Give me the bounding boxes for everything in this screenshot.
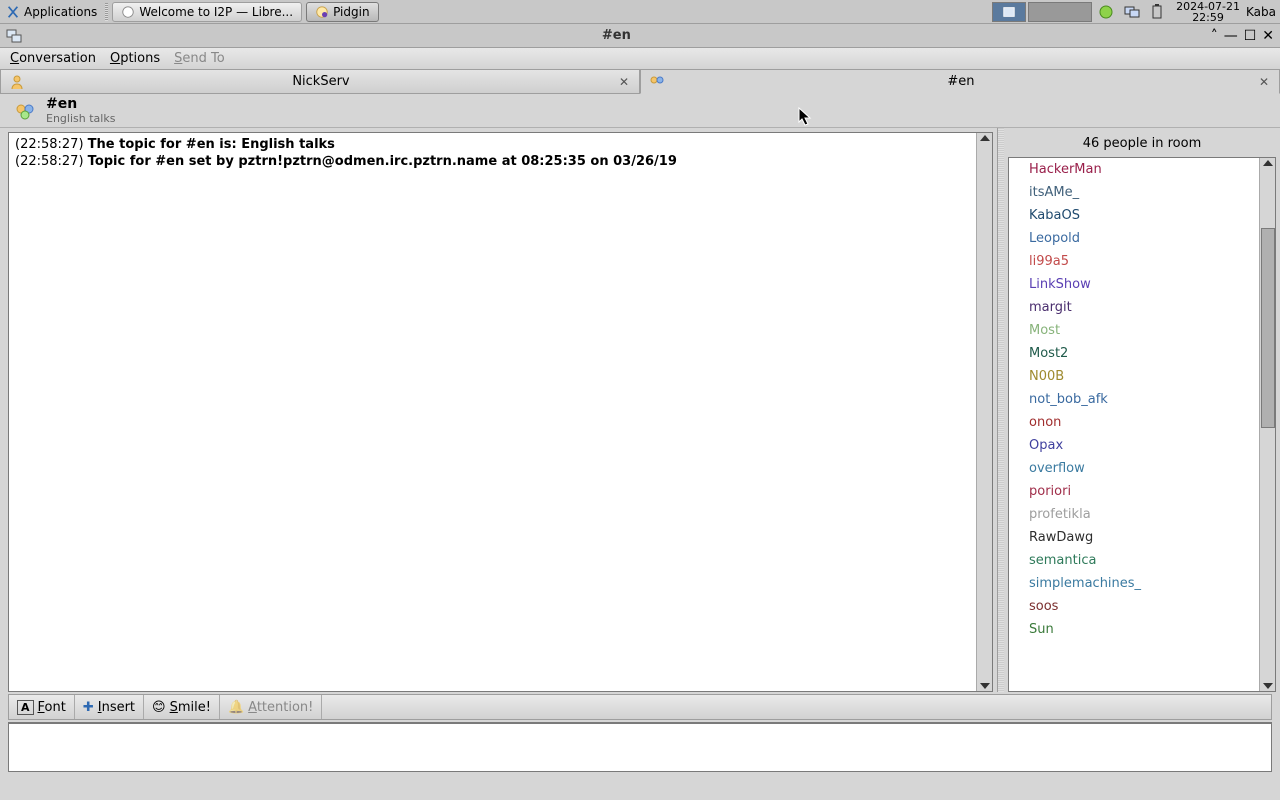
message-line: (22:58:27) Topic for #en set by pztrn!pz… [15, 154, 986, 169]
scroll-up-icon[interactable] [1263, 160, 1273, 166]
channel-name: #en [46, 96, 115, 112]
userlist-item[interactable]: itsAMe_ [1009, 181, 1275, 204]
tab-label: #en [665, 74, 1257, 89]
taskbar-item-browser[interactable]: Welcome to I2P — Libre... [112, 2, 302, 22]
formatting-toolbar: A Font ✚ Insert 😊 Smile! 🔔 Attention! [8, 694, 1272, 720]
userlist-item[interactable]: LinkShow [1009, 273, 1275, 296]
scrollbar-thumb[interactable] [1261, 228, 1275, 428]
userlist-item[interactable]: soos [1009, 595, 1275, 618]
monitors-icon[interactable] [1124, 4, 1140, 20]
userlist-item[interactable]: Most [1009, 319, 1275, 342]
applications-label: Applications [24, 5, 97, 19]
menu-send-to: Send To [174, 51, 225, 66]
battery-icon[interactable] [1150, 4, 1164, 20]
clock-date: 2024-07-21 [1176, 1, 1240, 12]
userlist-item[interactable]: overflow [1009, 457, 1275, 480]
userlist-item[interactable]: poriori [1009, 480, 1275, 503]
window-title: #en [28, 28, 1205, 43]
userlist-item[interactable]: profetikla [1009, 503, 1275, 526]
userlist-item[interactable]: HackerMan [1009, 158, 1275, 181]
message-input[interactable] [8, 722, 1272, 772]
userlist-item[interactable]: Opax [1009, 434, 1275, 457]
userlist-item[interactable]: Sun [1009, 618, 1275, 641]
conversation-scrollbar[interactable] [976, 133, 992, 691]
window-minimize[interactable]: — [1224, 28, 1238, 44]
tab-nickserv[interactable]: NickServ ✕ [0, 70, 640, 94]
scroll-down-icon[interactable] [980, 683, 990, 689]
window-close[interactable]: ✕ [1262, 28, 1274, 44]
tab-close-icon[interactable]: ✕ [617, 75, 631, 89]
userlist-item[interactable]: onon [1009, 411, 1275, 434]
applications-menu[interactable]: Applications [0, 5, 103, 19]
userlist-scrollbar[interactable] [1259, 158, 1275, 691]
channel-icon [14, 100, 36, 122]
tray-area [1092, 4, 1170, 20]
userlist-item[interactable]: simplemachines_ [1009, 572, 1275, 595]
task-label: Welcome to I2P — Libre... [139, 5, 293, 19]
userlist-item[interactable]: margit [1009, 296, 1275, 319]
smile-button[interactable]: 😊 Smile! [144, 695, 220, 719]
channel-topic: English talks [46, 112, 115, 125]
tab-close-icon[interactable]: ✕ [1257, 75, 1271, 89]
people-icon [649, 74, 665, 90]
tray-blank [1028, 2, 1092, 22]
userlist-item[interactable]: semantica [1009, 549, 1275, 572]
clock-time: 22:59 [1176, 12, 1240, 23]
tray-workspace-switcher[interactable] [992, 2, 1026, 22]
panel-separator [105, 3, 108, 21]
insert-button[interactable]: ✚ Insert [75, 695, 144, 719]
userlist-item[interactable]: Most2 [1009, 342, 1275, 365]
conversation-view[interactable]: (22:58:27) The topic for #en is: English… [8, 132, 993, 692]
userlist-item[interactable]: not_bob_afk [1009, 388, 1275, 411]
userlist-item[interactable]: Leopold [1009, 227, 1275, 250]
tab-label: NickServ [25, 74, 617, 89]
scroll-down-icon[interactable] [1263, 683, 1273, 689]
message-line: (22:58:27) The topic for #en is: English… [15, 137, 986, 152]
userlist[interactable]: HackerManitsAMe_KabaOSLeopoldli99a5LinkS… [1008, 157, 1276, 692]
scroll-up-icon[interactable] [980, 135, 990, 141]
window-maximize[interactable]: ☐ [1244, 28, 1257, 44]
menu-options[interactable]: Options [110, 51, 160, 66]
attention-button: 🔔 Attention! [220, 695, 322, 719]
font-button[interactable]: A Font [9, 695, 75, 719]
person-icon [9, 74, 25, 90]
window-icon [6, 28, 22, 44]
panel-clock[interactable]: 2024-07-21 22:59 [1170, 1, 1246, 23]
userlist-header: 46 people in room [1008, 132, 1276, 157]
userlist-item[interactable]: N00B [1009, 365, 1275, 388]
window-rollup[interactable]: ˄ [1211, 28, 1218, 44]
panel-user[interactable]: Kaba [1246, 5, 1280, 19]
userlist-item[interactable]: li99a5 [1009, 250, 1275, 273]
network-icon[interactable] [1098, 4, 1114, 20]
task-label: Pidgin [333, 5, 369, 19]
taskbar-item-pidgin[interactable]: Pidgin [306, 2, 378, 22]
userlist-item[interactable]: RawDawg [1009, 526, 1275, 549]
userlist-item[interactable]: KabaOS [1009, 204, 1275, 227]
menu-conversation[interactable]: Conversation [10, 51, 96, 66]
tab-en[interactable]: #en ✕ [640, 70, 1280, 94]
